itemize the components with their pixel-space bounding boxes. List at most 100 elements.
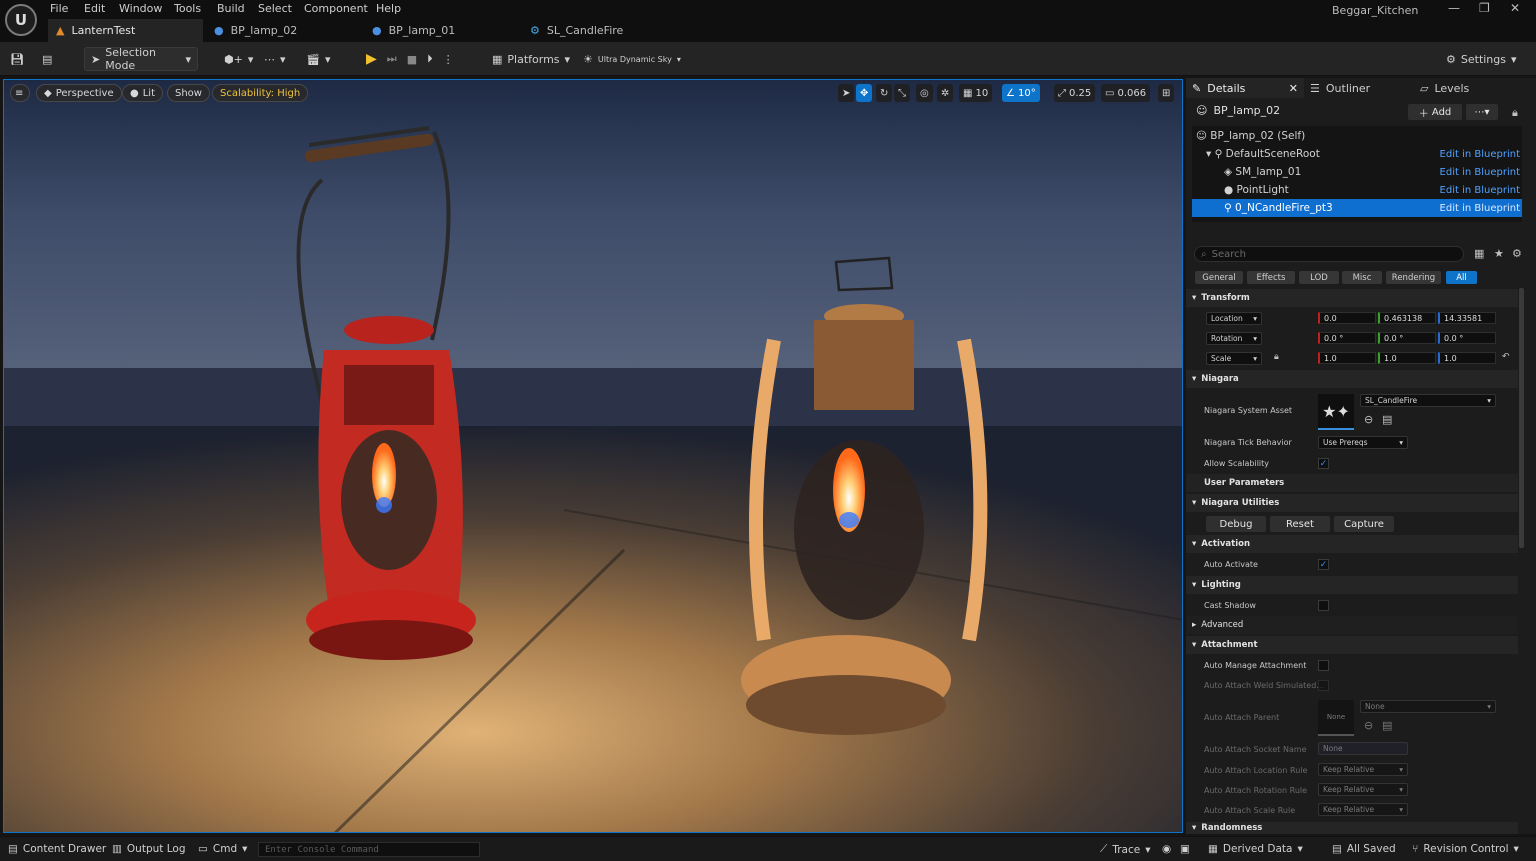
stop-icon[interactable]: ■ (407, 53, 417, 66)
unreal-logo-icon[interactable]: U (5, 4, 37, 36)
table-view-icon[interactable]: ▦ (1474, 247, 1484, 260)
reset-button[interactable]: Reset (1270, 516, 1330, 532)
lit-button[interactable]: ● Lit (122, 84, 164, 102)
console-command-input[interactable]: Enter Console Command (258, 842, 480, 857)
tab-levels[interactable]: ▱ Levels (1414, 78, 1524, 98)
section-user-parameters[interactable]: User Parameters (1186, 474, 1518, 492)
sky-dropdown[interactable]: ☀ Ultra Dynamic Sky ▾ (583, 47, 681, 71)
revision-control-dropdown[interactable]: ⑂ Revision Control ▾ (1412, 843, 1519, 855)
menu-file[interactable]: File (50, 2, 68, 15)
menu-tools[interactable]: Tools (174, 2, 201, 15)
section-randomness[interactable]: ▾ Randomness (1186, 822, 1518, 834)
settings-button[interactable]: ⚙ Settings ▾ (1446, 47, 1517, 71)
viewport-menu-button[interactable]: ≡ (10, 84, 30, 102)
tree-row-ncandlefire[interactable]: ⚲ 0_NCandleFire_pt3 Edit in Blueprint (1192, 199, 1522, 217)
tree-row-self[interactable]: ☺ BP_lamp_02 (Self) (1192, 127, 1522, 145)
parent-picker[interactable]: None ▾ (1360, 700, 1496, 713)
menu-build[interactable]: Build (217, 2, 245, 15)
play-icon[interactable]: ▶ (366, 51, 377, 67)
edit-in-blueprint-link[interactable]: Edit in Blueprint (1440, 185, 1520, 196)
scale-rule-dropdown[interactable]: Keep Relative ▾ (1318, 803, 1408, 816)
scale-mode-dropdown[interactable]: Scale ▾ (1206, 352, 1262, 365)
tab-bp-lamp-01[interactable]: ● BP_lamp_01 (364, 19, 519, 42)
scale-y[interactable]: 1.0 (1378, 352, 1436, 364)
scale-tool-icon[interactable]: ⤡ (894, 84, 910, 102)
folder-icon[interactable]: ▤ (1382, 413, 1392, 426)
capture-button[interactable]: Capture (1334, 516, 1394, 532)
filter-effects[interactable]: Effects (1247, 271, 1295, 284)
menu-select[interactable]: Select (258, 2, 292, 15)
scale-lock-icon[interactable]: 🔒︎ (1274, 352, 1279, 362)
tab-sl-candlefire[interactable]: ⚙ SL_CandleFire (522, 19, 677, 42)
derived-data-dropdown[interactable]: ▦ Derived Data ▾ (1208, 843, 1303, 855)
section-attachment[interactable]: ▾ Attachment (1186, 636, 1518, 654)
gear-icon[interactable]: ⚙ (1512, 247, 1522, 260)
trace-dropdown[interactable]: ⟋ Trace ▾ (1100, 843, 1151, 856)
all-saved-button[interactable]: ▤ All Saved (1332, 843, 1396, 855)
section-activation[interactable]: ▾ Activation (1186, 535, 1518, 553)
selection-mode-dropdown[interactable]: ➤ Selection Mode ▾ (84, 46, 198, 72)
edit-in-blueprint-link[interactable]: Edit in Blueprint (1440, 167, 1520, 178)
menu-edit[interactable]: Edit (84, 2, 105, 15)
socket-name-field[interactable]: None (1318, 742, 1408, 755)
menu-window[interactable]: Window (119, 2, 162, 15)
cmd-dropdown[interactable]: ▭ Cmd ▾ (198, 843, 247, 855)
section-transform[interactable]: ▾ Transform (1186, 289, 1518, 307)
platforms-dropdown[interactable]: ▦ Platforms ▾ (492, 47, 570, 71)
filter-rendering[interactable]: Rendering (1386, 271, 1441, 284)
tab-lanterntest[interactable]: ▲ LanternTest (48, 19, 203, 42)
restore-icon[interactable]: ❐ (1479, 1, 1490, 15)
cast-shadow-checkbox[interactable] (1318, 600, 1329, 611)
step-icon[interactable]: ⏭ (387, 52, 397, 66)
menu-component[interactable]: Component (304, 2, 368, 15)
blueprint-options-button[interactable]: ⋯▾ (1466, 104, 1498, 120)
location-x[interactable]: 0.0 (1318, 312, 1376, 324)
add-component-button[interactable]: ＋ Add (1408, 104, 1462, 120)
menu-help[interactable]: Help (376, 2, 401, 15)
tab-details[interactable]: ✎ Details ✕ (1186, 78, 1304, 98)
edit-in-blueprint-link[interactable]: Edit in Blueprint (1440, 149, 1520, 160)
niagara-asset-thumbnail[interactable]: ★✦ (1318, 394, 1354, 430)
scale-z[interactable]: 1.0 (1438, 352, 1496, 364)
scale-x[interactable]: 1.0 (1318, 352, 1376, 364)
section-niagara-utilities[interactable]: ▾ Niagara Utilities (1186, 494, 1518, 512)
reset-arrow-icon[interactable]: ↶ (1502, 352, 1510, 362)
filter-general[interactable]: General (1195, 271, 1243, 284)
rotation-y[interactable]: 0.0 ° (1378, 332, 1436, 344)
niagara-asset-picker[interactable]: SL_CandleFire ▾ (1360, 394, 1496, 407)
auto-activate-checkbox[interactable]: ✓ (1318, 559, 1329, 570)
close-icon[interactable]: ✕ (1510, 1, 1520, 15)
location-y[interactable]: 0.463138 (1378, 312, 1436, 324)
rotation-mode-dropdown[interactable]: Rotation ▾ (1206, 332, 1262, 345)
angle-snap-toggle[interactable]: ∠ 10° (1002, 84, 1040, 102)
save-button[interactable]: 💾︎ (10, 47, 24, 71)
cinematics-button[interactable]: 🎬︎ ▾ (306, 47, 331, 71)
browse-to-asset-icon[interactable]: ⊖ (1364, 719, 1373, 732)
record-icon[interactable]: ◉ (1162, 843, 1171, 855)
rotation-x[interactable]: 0.0 ° (1318, 332, 1376, 344)
details-search-input[interactable]: ⌕ Search (1194, 246, 1464, 262)
allow-scalability-checkbox[interactable]: ✓ (1318, 458, 1329, 469)
rotation-z[interactable]: 0.0 ° (1438, 332, 1496, 344)
details-scrollbar[interactable] (1519, 288, 1524, 548)
content-drawer-button[interactable]: ▤ Content Drawer (8, 843, 106, 855)
filter-misc[interactable]: Misc (1342, 271, 1382, 284)
play-mode-icon[interactable]: ⏵ (427, 52, 433, 66)
auto-manage-checkbox[interactable] (1318, 660, 1329, 671)
rotation-rule-dropdown[interactable]: Keep Relative ▾ (1318, 783, 1408, 796)
debug-button[interactable]: Debug (1206, 516, 1266, 532)
select-tool-icon[interactable]: ➤ (838, 84, 855, 102)
section-niagara[interactable]: ▾ Niagara (1186, 370, 1518, 388)
scalability-warning[interactable]: Scalability: High (212, 84, 309, 102)
tick-behavior-dropdown[interactable]: Use Prereqs ▾ (1318, 436, 1408, 449)
camera-speed-button[interactable]: ▭ 0.066 (1101, 84, 1151, 102)
filter-all[interactable]: All (1446, 271, 1477, 284)
tab-bp-lamp-02[interactable]: ● BP_lamp_02 (206, 19, 361, 42)
filter-lod[interactable]: LOD (1299, 271, 1339, 284)
lock-icon[interactable]: 🔒︎ (1512, 106, 1518, 120)
folder-icon[interactable]: ▤ (1382, 719, 1392, 732)
edit-in-blueprint-link[interactable]: Edit in Blueprint (1440, 203, 1520, 214)
favorites-icon[interactable]: ★ (1494, 247, 1504, 260)
blueprint-menu-button[interactable]: ⋯ ▾ (264, 47, 286, 71)
grid-snap-toggle[interactable]: ▦ 10 (959, 84, 993, 102)
